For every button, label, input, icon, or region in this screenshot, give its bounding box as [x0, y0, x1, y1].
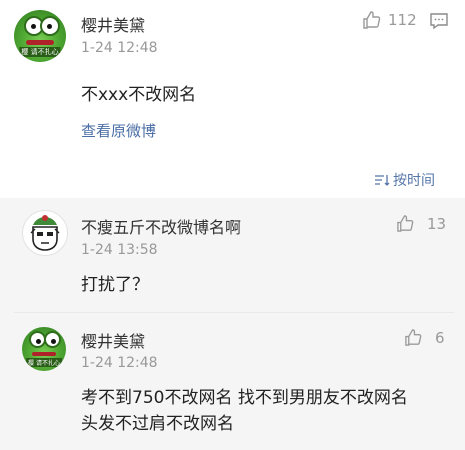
- sort-icon: [375, 175, 390, 186]
- avatar-tag: 樱 请不扎心: [26, 358, 62, 367]
- avatar-mouth: [32, 352, 56, 356]
- avatar[interactable]: 樱 请不扎心: [14, 10, 66, 62]
- post-text: 不xxx不改网名: [81, 85, 197, 105]
- comment-time: 1-24 12:48: [81, 355, 158, 371]
- view-original-link[interactable]: 查看原微博: [81, 120, 156, 141]
- sort-label: 按时间: [393, 173, 435, 189]
- avatar-tag: 樱 请不扎心: [19, 47, 61, 57]
- post-like-count: 112: [388, 11, 417, 29]
- avatar-mouth: [26, 40, 54, 45]
- thumbs-up-icon: [363, 11, 381, 29]
- comment-author[interactable]: 樱井美黛: [81, 328, 145, 352]
- comment-item: 不瘦五斤不改微博名啊 1-24 13:58 打扰了？ 13: [0, 198, 465, 313]
- comment-like-button[interactable]: 13: [396, 214, 446, 233]
- comment-like-button[interactable]: 6: [404, 328, 445, 347]
- comment-text-line-2: 头发不过肩不改网名: [81, 414, 234, 434]
- comment-text: 打扰了？: [81, 275, 149, 295]
- avatar[interactable]: [22, 210, 68, 256]
- comment-icon[interactable]: [429, 12, 449, 34]
- post-like-button[interactable]: 112: [362, 10, 417, 30]
- comment-like-count: 6: [435, 328, 445, 347]
- sort-by-time-button[interactable]: 按时间: [374, 170, 435, 190]
- avatar-eye-right: [44, 331, 61, 348]
- cartoon-face-icon: [30, 215, 60, 251]
- comment-text-line-1: 考不到750不改网名 找不到男朋友不改网名: [81, 388, 408, 408]
- comment-item: 樱 请不扎心 樱井美黛 1-24 12:48 考不到750不改网名 找不到男朋友…: [0, 313, 465, 450]
- comments-section: 不瘦五斤不改微博名啊 1-24 13:58 打扰了？ 13 樱 请不扎心 樱井美…: [0, 198, 465, 450]
- comment-time: 1-24 13:58: [81, 242, 158, 258]
- comment-author[interactable]: 不瘦五斤不改微博名啊: [81, 214, 241, 238]
- comment-like-count: 13: [427, 214, 447, 233]
- thumbs-up-icon: [397, 215, 414, 232]
- original-post: 樱 请不扎心 樱井美黛 1-24 12:48 112 不xxx不改网名 查看原微…: [0, 0, 465, 198]
- thumbs-up-icon: [405, 329, 422, 346]
- post-author[interactable]: 樱井美黛: [81, 12, 145, 36]
- avatar-eye-right: [40, 16, 60, 36]
- avatar[interactable]: 樱 请不扎心: [22, 327, 66, 371]
- post-time: 1-24 12:48: [81, 40, 158, 56]
